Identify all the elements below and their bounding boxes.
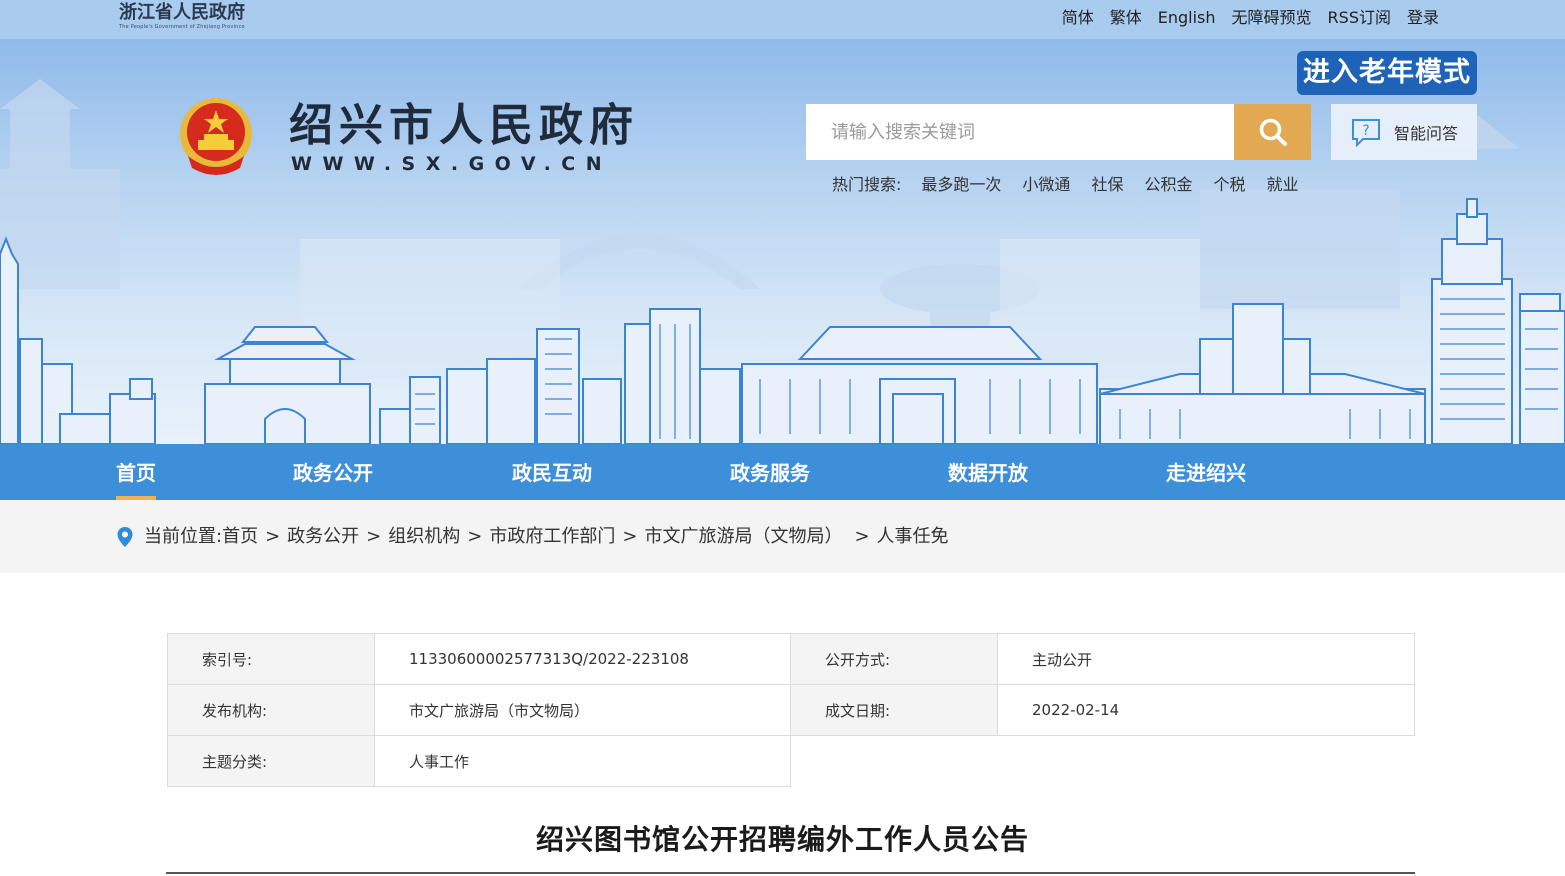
hot-search: 热门搜索: 最多跑一次 小微通 社保 公积金 个税 就业 [832, 174, 1320, 196]
header-banner: 绍兴市人民政府 WWW.SX.GOV.CN 进入老年模式 ? 智能问答 热门搜索… [0, 39, 1565, 444]
nav-item-about-shaoxing[interactable]: 走进绍兴 [1166, 444, 1246, 500]
main-nav: 首页 政务公开 政民互动 政务服务 数据开放 走进绍兴 [0, 444, 1565, 500]
breadcrumb-item[interactable]: 政务公开 [287, 525, 359, 549]
breadcrumb-bar: 当前位置: 首页 > 政务公开 > 组织机构 > 市政府工作部门 > 市文广旅游… [0, 500, 1565, 573]
publisher-label: 发布机构: [202, 701, 268, 720]
breadcrumb-label: 当前位置: [144, 526, 223, 547]
top-bar: 浙江省人民政府 The People's Government of Zheji… [0, 0, 1565, 39]
nav-item-gov-services[interactable]: 政务服务 [730, 444, 810, 500]
hot-search-item[interactable]: 个税 [1213, 174, 1245, 196]
breadcrumb-separator: > [366, 526, 382, 547]
smart-qa-label: 智能问答 [1393, 124, 1458, 143]
search-button[interactable] [1234, 104, 1311, 160]
article-title: 绍兴图书馆公开招聘编外工作人员公告 [535, 823, 1029, 856]
index-label: 索引号: [202, 650, 253, 669]
site-url: WWW.SX.GOV.CN [291, 153, 613, 175]
open-method-value: 主动公开 [1032, 650, 1093, 669]
province-logo[interactable]: 浙江省人民政府 The People's Government of Zheji… [119, 2, 245, 30]
hot-search-item[interactable]: 社保 [1091, 174, 1123, 196]
search-icon [1259, 118, 1287, 146]
hot-search-item[interactable]: 公积金 [1144, 174, 1192, 196]
hot-search-label: 热门搜索: [832, 175, 902, 194]
breadcrumb-item[interactable]: 组织机构 [388, 525, 460, 549]
date-value: 2022-02-14 [1032, 701, 1120, 719]
hot-search-item[interactable]: 小微通 [1022, 174, 1070, 196]
link-login[interactable]: 登录 [1407, 7, 1439, 29]
breadcrumb-item-current[interactable]: 人事任免 [877, 525, 949, 549]
link-english[interactable]: English [1158, 7, 1216, 29]
topic-value: 人事工作 [409, 752, 470, 771]
hot-search-item[interactable]: 最多跑一次 [921, 174, 1001, 196]
search-input[interactable] [806, 104, 1234, 160]
breadcrumb-separator: > [854, 526, 870, 547]
breadcrumb-item[interactable]: 市政府工作部门 [489, 525, 615, 549]
smart-qa-button[interactable]: ? 智能问答 [1331, 104, 1477, 160]
link-traditional[interactable]: 繁体 [1110, 7, 1142, 29]
link-accessibility[interactable]: 无障碍预览 [1232, 7, 1312, 29]
svg-text:?: ? [1362, 123, 1369, 139]
breadcrumb-item[interactable]: 市文广旅游局（文物局） [644, 525, 842, 549]
index-value: 11330600002577313Q/2022-223108 [409, 650, 689, 668]
province-logo-en: The People's Government of Zhejiang Prov… [119, 24, 245, 30]
breadcrumb-separator: > [265, 526, 281, 547]
date-label: 成文日期: [825, 701, 891, 720]
top-links: 简体 繁体 English 无障碍预览 RSS订阅 登录 [1062, 7, 1439, 29]
nav-item-gov-affairs[interactable]: 政务公开 [293, 444, 373, 500]
link-rss[interactable]: RSS订阅 [1328, 7, 1391, 29]
document-meta-table: 索引号: 11330600002577313Q/2022-223108 公开方式… [167, 633, 1415, 787]
hot-search-item[interactable]: 就业 [1266, 174, 1298, 196]
nav-item-interaction[interactable]: 政民互动 [512, 444, 592, 500]
table-row: 索引号: 11330600002577313Q/2022-223108 公开方式… [167, 633, 1415, 685]
table-row: 主题分类: 人事工作 [167, 735, 1415, 787]
elder-mode-button[interactable]: 进入老年模式 [1297, 51, 1477, 95]
question-bubble-icon: ? [1351, 119, 1380, 147]
province-logo-cn: 浙江省人民政府 [119, 2, 245, 23]
site-name: 绍兴市人民政府 [289, 100, 639, 151]
national-emblem-icon [180, 98, 252, 175]
link-simplified[interactable]: 简体 [1062, 7, 1094, 29]
title-divider [166, 872, 1415, 874]
location-pin-icon [117, 527, 133, 547]
breadcrumb-item[interactable]: 首页 [222, 525, 258, 549]
nav-item-open-data[interactable]: 数据开放 [948, 444, 1028, 500]
topic-label: 主题分类: [202, 752, 268, 771]
breadcrumb-separator: > [467, 526, 483, 547]
publisher-value: 市文广旅游局（市文物局） [409, 701, 590, 720]
breadcrumb-separator: > [622, 526, 638, 547]
open-method-label: 公开方式: [825, 650, 891, 669]
nav-item-home[interactable]: 首页 [116, 444, 156, 500]
table-row: 发布机构: 市文广旅游局（市文物局） 成文日期: 2022-02-14 [167, 684, 1415, 736]
breadcrumb: 当前位置: 首页 > 政务公开 > 组织机构 > 市政府工作部门 > 市文广旅游… [116, 525, 949, 549]
